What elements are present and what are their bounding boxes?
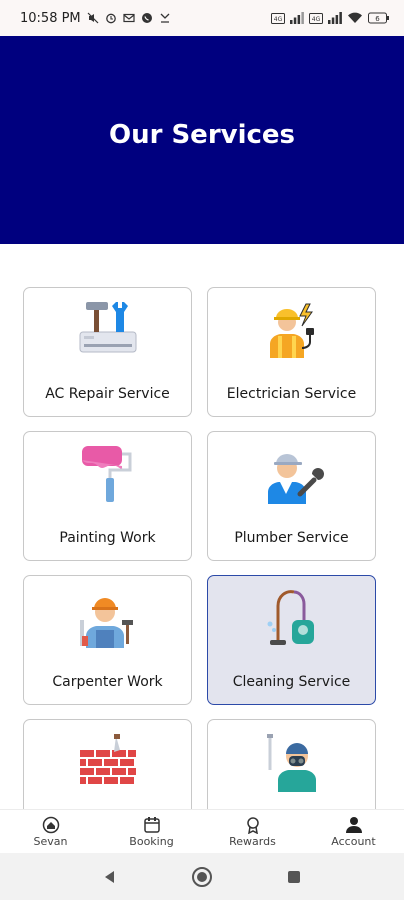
whatsapp-icon	[141, 13, 152, 23]
svg-text:6: 6	[375, 15, 380, 23]
nav-label: Account	[331, 834, 376, 848]
status-time: 10:58 PM	[20, 10, 81, 26]
svg-text:4G: 4G	[274, 16, 283, 23]
services-grid: AC Repair Service Electrician Service Pa…	[23, 287, 376, 809]
battery-icon: 6	[368, 12, 389, 24]
nav-label: Rewards	[229, 834, 276, 848]
recents-button[interactable]	[283, 866, 305, 888]
gmail-icon	[123, 13, 135, 23]
back-icon	[105, 870, 114, 883]
home-circle-icon	[192, 866, 212, 887]
paint-roller-icon	[81, 446, 131, 502]
bottom-nav: Sevan Booking Rewards Account	[0, 809, 404, 853]
service-label: AC Repair Service	[45, 386, 170, 402]
page-title: Our Services	[108, 120, 296, 150]
nav-item-sevan[interactable]: Sevan	[0, 810, 101, 853]
carpenter-icon	[79, 598, 133, 648]
header-banner: Our Services	[0, 36, 404, 244]
recents-icon	[288, 870, 300, 883]
person-icon	[345, 816, 362, 833]
pest-control-icon	[266, 734, 316, 792]
volte-icon: 4G	[271, 12, 285, 24]
signal-icon	[328, 12, 342, 24]
signal-icon	[290, 12, 304, 24]
mute-icon	[87, 12, 99, 24]
nav-item-booking[interactable]: Booking	[101, 810, 202, 853]
back-button[interactable]	[99, 866, 121, 888]
nav-item-rewards[interactable]: Rewards	[202, 810, 303, 853]
brick-wall-icon	[79, 734, 136, 784]
missed-call-icon	[160, 13, 170, 23]
service-label: Painting Work	[59, 530, 156, 546]
nav-label: Sevan	[33, 834, 68, 848]
service-label: Cleaning Service	[232, 674, 351, 690]
service-card-pest-control[interactable]	[207, 719, 376, 809]
home-icon	[42, 816, 59, 833]
service-card-electrician[interactable]: Electrician Service	[207, 287, 376, 417]
service-card-cleaning[interactable]: Cleaning Service	[207, 575, 376, 705]
nav-item-account[interactable]: Account	[303, 810, 404, 853]
plumber-icon	[267, 454, 324, 504]
volte-icon: 4G	[309, 12, 323, 24]
vacuum-cleaner-icon	[267, 590, 314, 645]
service-card-carpenter[interactable]: Carpenter Work	[23, 575, 192, 705]
service-label: Carpenter Work	[52, 674, 163, 690]
service-card-ac-repair[interactable]: AC Repair Service	[23, 287, 192, 417]
service-label: Plumber Service	[234, 530, 349, 546]
svg-text:4G: 4G	[312, 16, 321, 23]
wifi-icon	[348, 12, 362, 23]
home-button[interactable]	[191, 866, 213, 888]
electrician-icon	[269, 303, 314, 358]
alarm-icon	[105, 13, 116, 24]
service-card-masonry[interactable]	[23, 719, 192, 809]
medal-icon	[246, 816, 259, 834]
service-card-painting[interactable]: Painting Work	[23, 431, 192, 561]
status-bar: 10:58 PM 4G 4G 6	[0, 0, 404, 36]
ac-repair-icon	[79, 302, 136, 353]
calendar-icon	[143, 816, 160, 833]
service-label: Electrician Service	[226, 386, 357, 402]
service-card-plumber[interactable]: Plumber Service	[207, 431, 376, 561]
system-nav-bar	[0, 853, 404, 900]
nav-label: Booking	[129, 834, 174, 848]
